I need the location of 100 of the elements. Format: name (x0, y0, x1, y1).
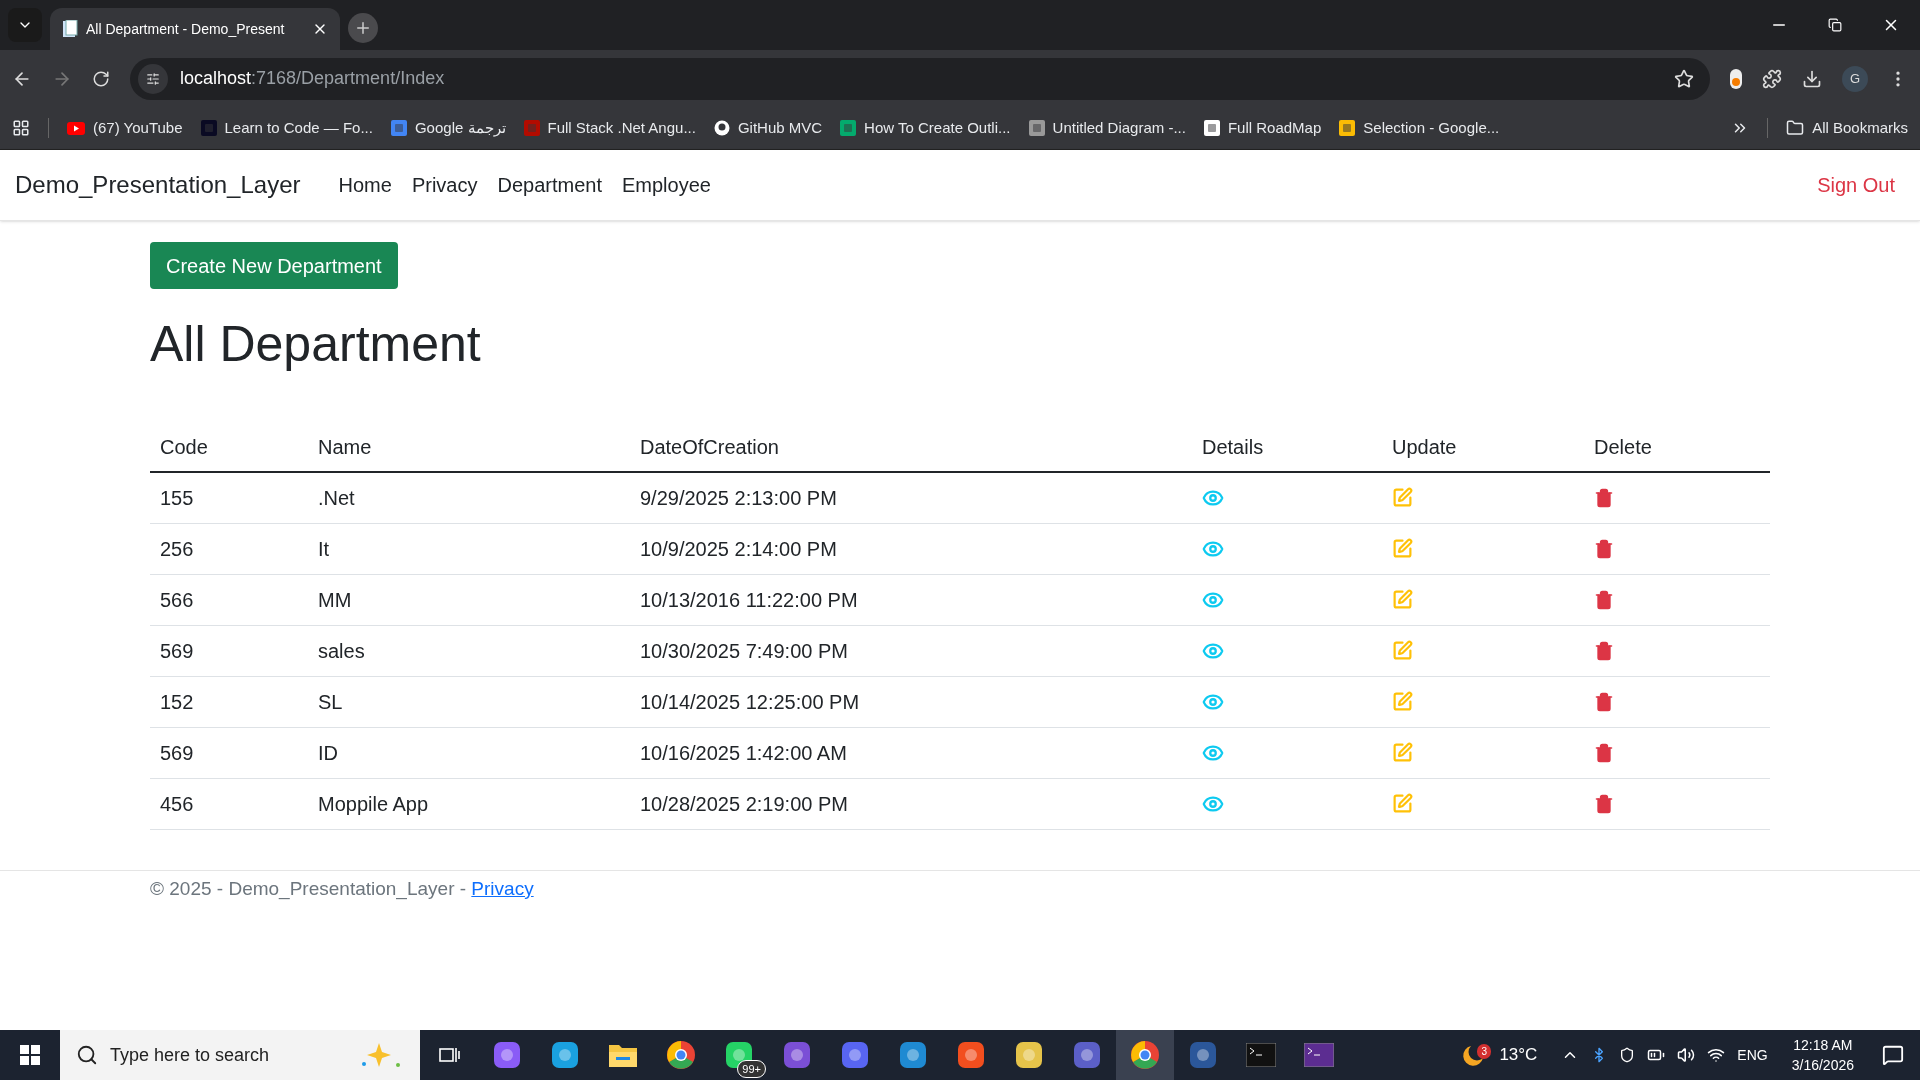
notification-badge: 99+ (737, 1059, 766, 1078)
table-cell: 9/29/2025 2:13:00 PM (630, 472, 1192, 523)
tab-title: All Department - Demo_Present (86, 19, 286, 39)
bookmark[interactable]: Full RoadMap (1203, 116, 1322, 140)
site-icon (1339, 120, 1356, 136)
taskbar-app[interactable]: 99+ (710, 1030, 768, 1080)
delete-icon[interactable] (1594, 589, 1614, 610)
nav-link[interactable]: Home (328, 170, 402, 200)
sliders-icon (146, 71, 160, 86)
nav-link[interactable]: Employee (611, 170, 721, 200)
table-cell: 10/13/2016 11:22:00 PM (630, 574, 1192, 625)
reload-icon[interactable] (92, 69, 110, 88)
table-cell: 10/30/2025 7:49:00 PM (630, 625, 1192, 676)
extension-icon[interactable] (1730, 68, 1742, 89)
table-cell: 152 (150, 676, 308, 727)
table-cell: ID (308, 727, 630, 778)
table-cell: 10/9/2025 2:14:00 PM (630, 523, 1192, 574)
table-cell: 10/28/2025 2:19:00 PM (630, 778, 1192, 829)
temperature: 13°C (1499, 1044, 1538, 1067)
nav-link[interactable]: Privacy (401, 170, 488, 200)
sign-out-link[interactable]: Sign Out (1817, 170, 1905, 200)
taskbar-app[interactable] (1116, 1030, 1174, 1080)
delete-icon[interactable] (1594, 640, 1614, 661)
create-button[interactable]: Create New Department (150, 242, 398, 289)
bookmark-label: How To Create Outli... (864, 117, 1011, 138)
address-bar[interactable]: localhost:7168/Department/Index (130, 57, 1710, 100)
table-cell: .Net (308, 472, 630, 523)
table-cell: 155 (150, 472, 308, 523)
table-cell: Moppile App (308, 778, 630, 829)
bookmark-star-icon[interactable] (1674, 68, 1694, 89)
table-cell: MM (308, 574, 630, 625)
app-icon (898, 1040, 928, 1070)
notifications-icon[interactable] (1882, 1044, 1904, 1066)
clock-time[interactable]: 12:18 AM (1793, 1035, 1853, 1055)
site-icon (1203, 120, 1220, 136)
folder-icon (608, 1042, 638, 1068)
weather-badge: 3 (1477, 1044, 1491, 1059)
all-bookmarks[interactable]: All Bookmarks (1786, 116, 1908, 140)
table-cell: 569 (150, 625, 308, 676)
extensions-icon[interactable] (1762, 68, 1782, 89)
download-icon[interactable] (1802, 68, 1822, 89)
nav-link[interactable]: Department (487, 170, 612, 200)
column-header: Delete (1584, 422, 1770, 472)
table-cell: sales (308, 625, 630, 676)
bookmark-label: (67) YouTube (93, 117, 183, 138)
browser-tab[interactable]: All Department - Demo_Present (50, 8, 340, 50)
shield-icon[interactable] (1619, 1047, 1636, 1063)
delete-icon[interactable] (1594, 691, 1614, 712)
bookmark[interactable]: How To Create Outli... (840, 116, 1011, 140)
bookmark[interactable]: Google ترجمة (390, 116, 506, 140)
bookmark-label: Untitled Diagram -... (1052, 117, 1186, 138)
bookmark[interactable]: Untitled Diagram -... (1028, 116, 1186, 140)
app-icon (956, 1040, 986, 1070)
page-heading: All Department (150, 315, 482, 374)
app-icon (550, 1040, 580, 1070)
bookmark[interactable]: GitHub MVC (713, 116, 823, 140)
table-cell: It (308, 523, 630, 574)
page-icon (62, 20, 78, 38)
plus-icon (354, 19, 372, 37)
bookmark-label: GitHub MVC (737, 117, 823, 138)
volume-icon[interactable] (1677, 1046, 1696, 1064)
bookmark[interactable]: Learn to Code — Fo... (200, 116, 373, 140)
site-info-icon[interactable] (138, 63, 168, 94)
profile-avatar[interactable]: G (1842, 65, 1868, 92)
table-cell: 569 (150, 727, 308, 778)
table-cell: 10/14/2025 12:25:00 PM (630, 676, 1192, 727)
privacy-link[interactable]: Privacy (471, 877, 534, 899)
bookmark-label: Learn to Code — Fo... (224, 117, 373, 138)
bookmark[interactable]: (67) YouTube (67, 116, 183, 140)
bookmark-label: Google ترجمة (414, 117, 506, 139)
new-tab-button[interactable] (348, 13, 378, 43)
app-icon (1188, 1040, 1218, 1070)
app-icon (1072, 1040, 1102, 1070)
windows-icon[interactable] (20, 1045, 40, 1065)
delete-icon[interactable] (1594, 487, 1614, 508)
brand[interactable]: Demo_Presentation_Layer (15, 167, 301, 203)
bookmark-label: Full Stack .Net Angu... (547, 117, 696, 138)
wifi-icon[interactable] (1707, 1046, 1726, 1064)
column-header: Name (308, 422, 630, 472)
app-icon (840, 1040, 870, 1070)
apps-icon[interactable] (12, 119, 30, 137)
language-indicator[interactable]: ENG (1737, 1044, 1768, 1066)
clock-date[interactable]: 3/16/2026 (1791, 1055, 1854, 1075)
delete-icon[interactable] (1594, 742, 1614, 763)
tab-list-button[interactable] (8, 8, 42, 42)
column-header: Details (1192, 422, 1382, 472)
table-cell: 566 (150, 574, 308, 625)
bookmark[interactable]: Full Stack .Net Angu... (523, 116, 696, 140)
delete-icon[interactable] (1594, 538, 1614, 559)
circle-icon (666, 1040, 696, 1070)
column-header: Update (1382, 422, 1584, 472)
restore-icon[interactable] (1828, 18, 1842, 32)
weather-widget[interactable]: 3 13°C (1449, 1042, 1550, 1068)
circle-icon (1130, 1040, 1160, 1070)
taskbar-search[interactable]: Type here to search (60, 1030, 420, 1080)
column-header: Code (150, 422, 308, 472)
table-cell: 10/16/2025 1:42:00 AM (630, 727, 1192, 778)
bookmark[interactable]: Selection - Google... (1339, 116, 1500, 140)
search-input[interactable]: Type here to search (110, 1041, 342, 1069)
delete-icon[interactable] (1594, 793, 1614, 814)
